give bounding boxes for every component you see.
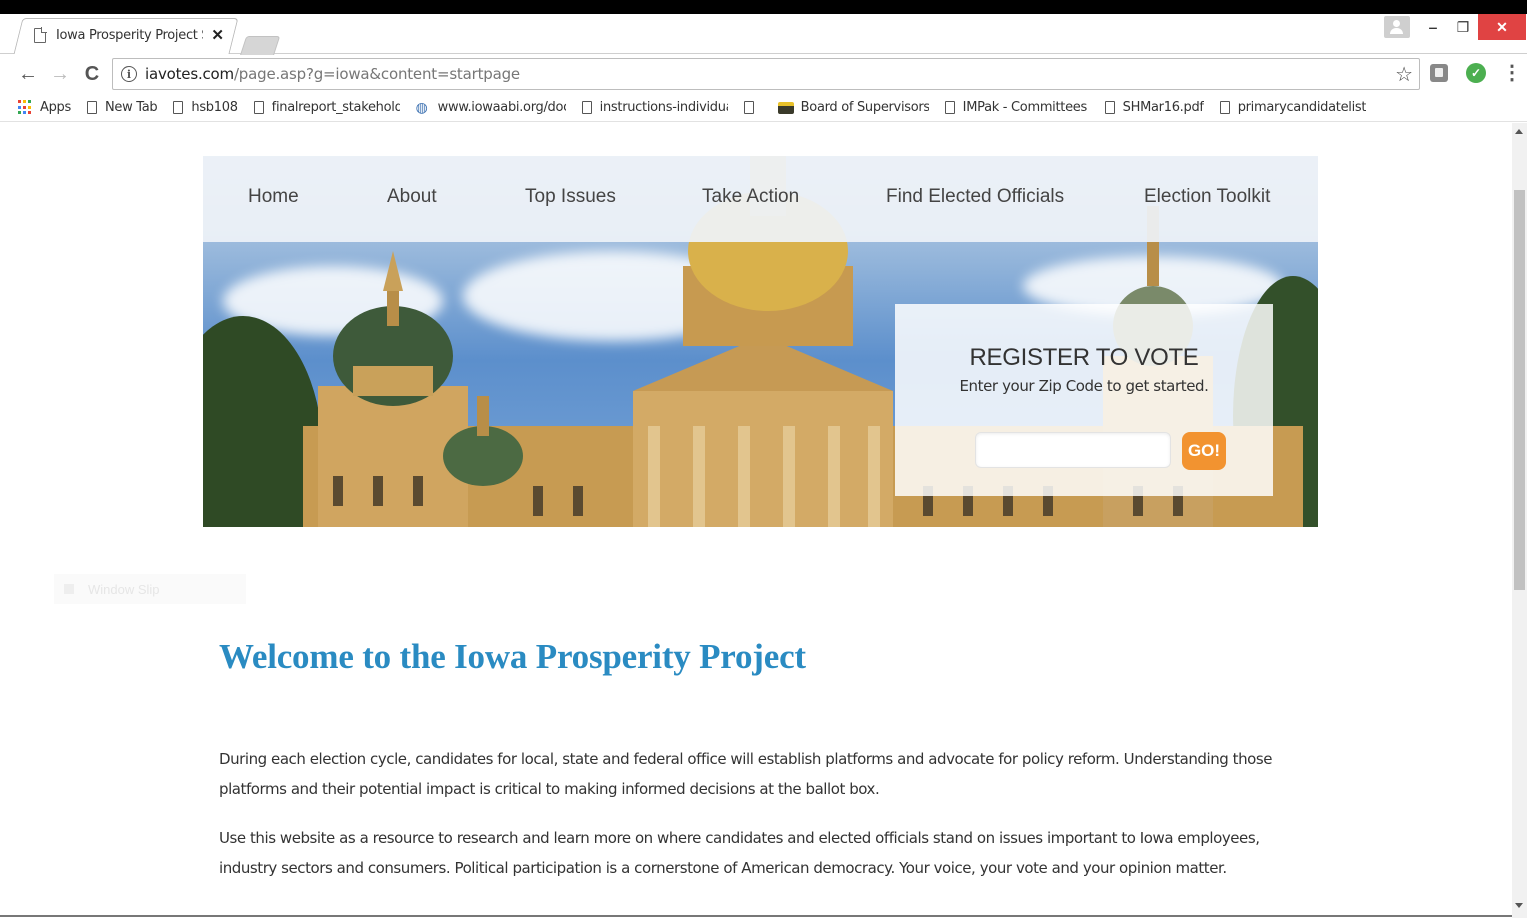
back-arrow-icon[interactable]: ← (16, 62, 40, 86)
forward-arrow-icon[interactable]: → (48, 62, 72, 86)
bookmark-board-of-supervisors[interactable]: Board of Supervisors (777, 100, 929, 115)
url-host: iavotes.com (145, 65, 234, 83)
browser-toolbar: ← → C i iavotes.com/page.asp?g=iowa&cont… (0, 55, 1527, 93)
page-icon (1219, 101, 1230, 114)
new-tab-button[interactable] (239, 36, 281, 56)
page-icon (86, 101, 97, 114)
nav-home[interactable]: Home (248, 186, 299, 208)
page-bottom-divider (0, 915, 1512, 917)
nav-about[interactable]: About (387, 186, 437, 208)
bookmark-untitled[interactable] (743, 101, 762, 114)
bookmark-label: Board of Supervisors (800, 100, 929, 115)
globe-icon: ◍ (415, 99, 428, 116)
vertical-scrollbar[interactable] (1512, 123, 1527, 918)
page-title: Welcome to the Iowa Prosperity Project (219, 637, 806, 676)
square-icon (64, 584, 74, 594)
menu-dots-icon[interactable]: ⋮ (1502, 61, 1522, 85)
bookmark-impak[interactable]: IMPak - Committees (944, 100, 1089, 115)
url-text[interactable]: iavotes.com/page.asp?g=iowa&content=star… (145, 65, 520, 83)
go-button[interactable]: GO! (1182, 432, 1226, 470)
scrollbar-thumb[interactable] (1514, 190, 1525, 590)
active-tab-content[interactable]: Iowa Prosperity Project S ✕ (34, 24, 224, 46)
page-viewport: Home About Top Issues Take Action Find E… (0, 123, 1512, 918)
bookmark-finalreport[interactable]: finalreport_stakehold (253, 100, 400, 115)
bookmark-label: www.iowaabi.org/doc (437, 100, 566, 115)
faint-label: Window Slip (88, 581, 160, 597)
bookmark-iowaabi[interactable]: ◍ www.iowaabi.org/doc (416, 100, 566, 115)
bookmark-star-icon[interactable]: ☆ (1395, 62, 1413, 87)
user-profile-icon[interactable] (1384, 16, 1410, 38)
scroll-down-arrow-icon[interactable] (1515, 903, 1523, 908)
tab-close-icon[interactable]: ✕ (211, 26, 224, 44)
bookmark-shmar16[interactable]: SHMar16.pdf (1104, 100, 1204, 115)
info-icon[interactable]: i (121, 66, 137, 82)
bookmark-label: IMPak - Committees (962, 100, 1088, 115)
page-icon (743, 101, 754, 114)
bookmark-label: instructions-individua (599, 100, 728, 115)
site-nav-bar: Home About Top Issues Take Action Find E… (203, 156, 1318, 242)
intro-paragraph-2: Use this website as a resource to resear… (219, 829, 1260, 877)
bookmark-label: hsb108 (191, 100, 238, 115)
bookmark-apps[interactable]: Apps (18, 100, 71, 115)
reload-icon[interactable]: C (80, 62, 104, 86)
register-to-vote-panel: REGISTER TO VOTE Enter your Zip Code to … (895, 304, 1273, 496)
address-bar[interactable]: i iavotes.com/page.asp?g=iowa&content=st… (112, 58, 1420, 90)
bookmarks-bar: Apps New Tab hsb108 finalreport_stakehol… (0, 94, 1527, 122)
zip-code-input[interactable] (975, 432, 1171, 468)
register-title: REGISTER TO VOTE (969, 344, 1199, 371)
nav-election-toolkit[interactable]: Election Toolkit (1144, 186, 1270, 208)
minimize-icon[interactable]: ‒ (1420, 14, 1446, 40)
bookmark-new-tab[interactable]: New Tab (86, 100, 158, 115)
page-icon (1104, 101, 1115, 114)
checkmark-extension-icon[interactable]: ✓ (1466, 63, 1486, 83)
bookmark-instructions[interactable]: instructions-individua (581, 100, 728, 115)
apps-grid-icon (18, 100, 33, 115)
restore-icon[interactable]: ❐ (1450, 14, 1476, 40)
bus-icon (777, 101, 794, 114)
page-icon (34, 26, 47, 43)
intro-paragraph-1: During each election cycle, candidates f… (219, 750, 1273, 798)
bookmark-label: SHMar16.pdf (1122, 100, 1204, 115)
bookmark-primarycandidatelist[interactable]: primarycandidatelist.p (1219, 100, 1366, 115)
tab-title: Iowa Prosperity Project S (55, 27, 204, 43)
window-top-edge (0, 0, 1527, 14)
faint-overlay-strip: Window Slip (54, 574, 246, 604)
page-icon (253, 101, 264, 114)
tab-bar: Iowa Prosperity Project S ✕ (0, 14, 1527, 56)
bookmark-label: Apps (40, 100, 71, 115)
close-window-icon[interactable]: ✕ (1478, 14, 1526, 40)
bookmark-label: New Tab (104, 100, 158, 115)
nav-take-action[interactable]: Take Action (702, 186, 799, 208)
bookmark-hsb108[interactable]: hsb108 (173, 100, 238, 115)
url-path: /page.asp?g=iowa&content=startpage (233, 65, 520, 83)
register-subtitle: Enter your Zip Code to get started. (959, 377, 1209, 395)
bookmark-label: primarycandidatelist.p (1237, 100, 1366, 115)
bookmark-label: finalreport_stakehold (271, 100, 400, 115)
page-icon (944, 101, 955, 114)
nav-top-issues[interactable]: Top Issues (525, 186, 616, 208)
page-icon (581, 101, 592, 114)
extension-icon[interactable] (1430, 64, 1448, 82)
scroll-up-arrow-icon[interactable] (1515, 129, 1523, 134)
nav-find-elected-officials[interactable]: Find Elected Officials (886, 186, 1064, 208)
hero-banner: Home About Top Issues Take Action Find E… (203, 156, 1318, 527)
page-icon (173, 101, 184, 114)
